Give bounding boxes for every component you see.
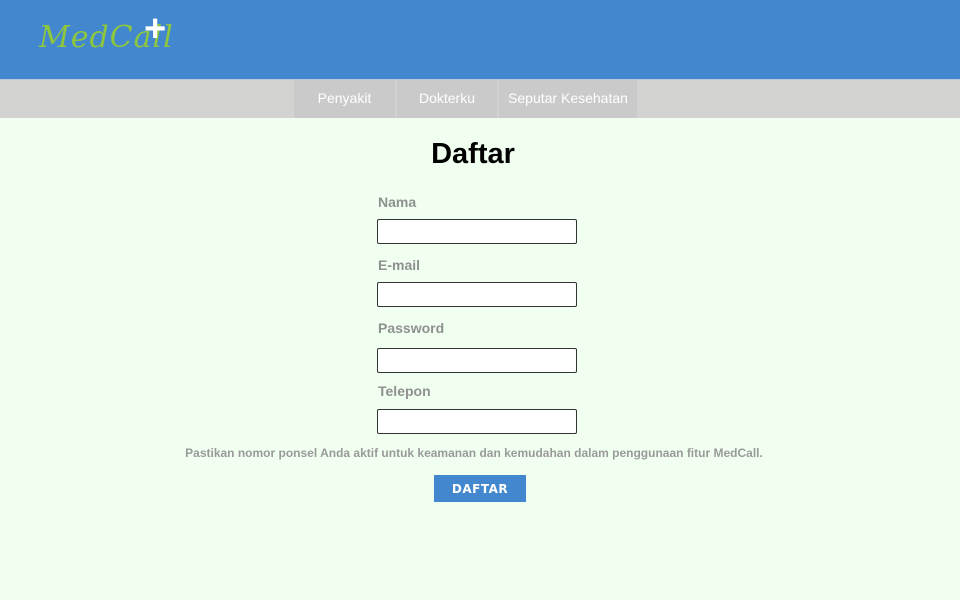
telepon-input[interactable] (377, 409, 577, 434)
email-input[interactable] (377, 282, 577, 307)
nama-label: Nama (378, 194, 417, 210)
nav-item-penyakit[interactable]: Penyakit (294, 80, 395, 118)
nav-item-seputar-kesehatan[interactable]: Seputar Kesehatan (499, 80, 637, 118)
nama-input[interactable] (377, 219, 577, 244)
page-title: Daftar (431, 138, 515, 170)
password-label: Password (378, 320, 445, 336)
nav-item-dokterku[interactable]: Dokterku (397, 80, 497, 118)
password-input[interactable] (377, 348, 577, 373)
nav-bar: Penyakit Dokterku Seputar Kesehatan (0, 79, 960, 118)
plus-icon: + (144, 8, 167, 50)
phone-note: Pastikan nomor ponsel Anda aktif untuk k… (185, 446, 763, 460)
header: MedCall + (0, 0, 960, 79)
email-label: E-mail (378, 257, 421, 273)
telepon-label: Telepon (378, 383, 431, 399)
daftar-button[interactable]: DAFTAR (434, 475, 526, 502)
